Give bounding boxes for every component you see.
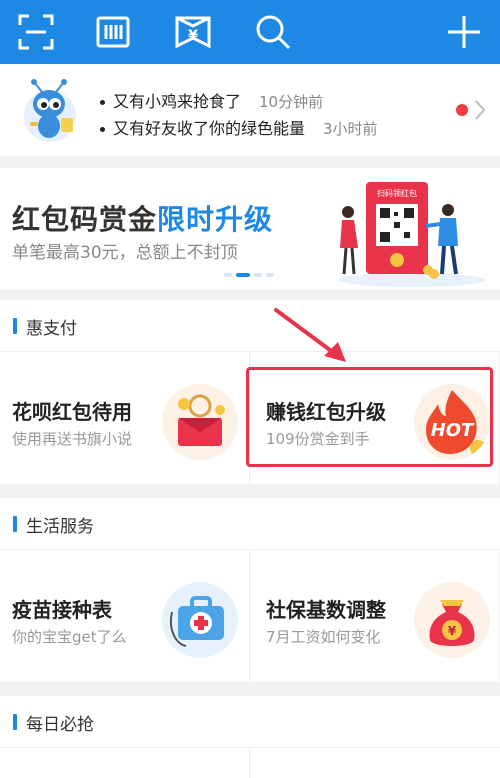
red-envelope-gift-icon [162,384,238,460]
scan-icon [18,14,54,50]
section-header-life-services: 生活服务 [0,498,500,550]
pager-dot [224,273,232,277]
pager-dot [254,273,262,277]
sign-text: 扫码领红包 [377,188,417,198]
card-divider [249,748,250,778]
plus-icon [448,16,480,48]
section-accent-bar [13,516,17,532]
yuan-glyph: ¥ [448,624,457,638]
search-button[interactable] [251,10,295,54]
notice-time: 10分钟前 [259,93,324,111]
banner-pagination [224,273,274,277]
card-subtitle: 使用再送书旗小说 [12,430,133,448]
collect-money-button[interactable]: ¥ [171,10,215,54]
ant-mascot-icon [24,79,76,142]
bullet-icon [100,127,105,132]
card-huabei-red-packet[interactable]: 花呗红包待用 使用再送书旗小说 [0,352,249,484]
section-title: 生活服务 [26,517,94,537]
card-title: 疫苗接种表 [12,598,112,622]
banner-title-main: 红包码赏金 [12,203,158,236]
card-title: 花呗红包待用 [12,400,132,424]
notice-item: 又有小鸡来抢食了 10分钟前 [100,88,323,112]
annotation-highlight-box [246,367,493,467]
bullet-icon [100,100,105,105]
section-title: 每日必抢 [26,715,94,735]
card-vaccination-schedule[interactable]: 疫苗接种表 你的宝宝get了么 [0,550,249,682]
scan-button[interactable] [14,10,58,54]
pager-dot [266,273,274,277]
medical-kit-icon [162,582,238,658]
notice-text: 又有小鸡来抢食了 [113,92,242,111]
pay-code-button[interactable] [91,10,135,54]
banner-subtitle: 单笔最高30元，总额上不封顶 [12,243,238,263]
qr-promo-illustration: 扫码领红包 [338,182,486,287]
card-title: 社保基数调整 [266,598,386,622]
notice-text: 又有好友收了你的绿色能量 [113,119,306,138]
money-bag-icon: ¥ [414,582,490,658]
annotation-arrow-icon [274,308,346,362]
unread-badge [456,104,468,116]
section-accent-bar [13,714,17,730]
banner-title: 红包码赏金限时升级 [12,198,273,238]
section-header-daily-deals: 每日必抢 [0,696,500,748]
card-subtitle: 你的宝宝get了么 [12,628,127,646]
notice-time: 3小时前 [323,120,378,138]
chevron-right-icon[interactable] [472,98,488,122]
daily-deals-content [0,748,500,778]
search-icon [256,15,291,50]
section-accent-bar [13,318,17,334]
pager-dot-active [236,273,250,277]
notification-panel[interactable]: 又有小鸡来抢食了 10分钟前 又有好友收了你的绿色能量 3小时前 [0,64,500,156]
section-header-hui-pay: 惠支付 [0,300,500,352]
top-navigation-bar: ¥ [0,0,500,64]
svg-text:¥: ¥ [188,28,198,44]
section-title: 惠支付 [26,319,77,339]
card-subtitle: 7月工资如何变化 [266,628,381,646]
barcode-icon [96,16,130,48]
banner-title-highlight: 限时升级 [157,203,274,236]
card-social-security-adjust[interactable]: 社保基数调整 7月工资如何变化 ¥ [250,550,499,682]
add-button[interactable] [442,10,486,54]
yuan-envelope-icon: ¥ [175,16,211,49]
notice-item: 又有好友收了你的绿色能量 3小时前 [100,115,378,139]
